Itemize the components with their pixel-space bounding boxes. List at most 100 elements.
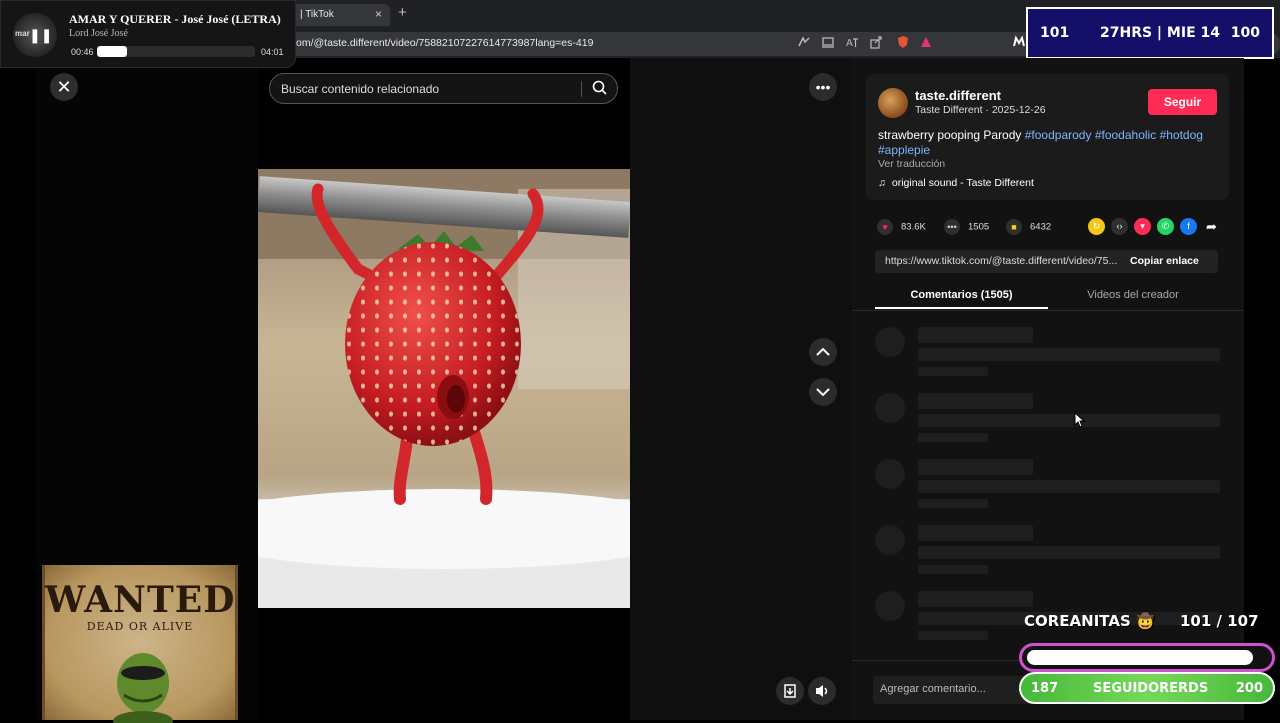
comment-skeleton-line xyxy=(918,393,1033,409)
save-stat[interactable]: ■ 6432 xyxy=(1006,219,1051,235)
chevron-up-icon xyxy=(816,347,830,356)
svg-text:A: A xyxy=(846,38,853,49)
copy-link-button[interactable]: Copiar enlace xyxy=(1130,255,1199,267)
goal-name-text: COREANITAS xyxy=(1024,612,1131,630)
sound-link[interactable]: ♫ original sound - Taste Different xyxy=(878,177,1034,189)
share-page-icon[interactable] xyxy=(869,35,883,49)
avatar[interactable] xyxy=(878,88,908,118)
comment-skeleton-line xyxy=(918,348,1220,361)
follower-max: 200 xyxy=(1235,681,1263,696)
comment-stat[interactable]: ••• 1505 xyxy=(944,219,989,235)
hashtag-link[interactable]: #applepie xyxy=(878,143,930,157)
cast-icon[interactable] xyxy=(821,35,835,49)
comment-skeleton-avatar xyxy=(875,459,905,489)
new-tab-button[interactable]: + xyxy=(398,4,407,21)
media-player-widget: mar ❚❚ AMAR Y QUERER - José José (LETRA)… xyxy=(0,0,296,68)
media-progress-fill xyxy=(97,46,128,57)
media-progress-bar[interactable] xyxy=(97,46,255,57)
like-count: 83.6K xyxy=(901,221,926,233)
goal-count: 101 / 107 xyxy=(1180,612,1259,630)
wanted-poster: WANTED DEAD OR ALIVE xyxy=(42,565,238,723)
follow-button[interactable]: Seguir xyxy=(1148,89,1217,115)
creator-nickname-date: Taste Different · 2025-12-26 xyxy=(915,104,1046,116)
related-search[interactable] xyxy=(269,73,618,104)
see-translation-link[interactable]: Ver traducción xyxy=(878,158,945,170)
pause-icon[interactable]: ❚❚ xyxy=(29,27,52,44)
counter-right: 100 xyxy=(1230,25,1260,41)
tab-close-icon[interactable]: × xyxy=(375,7,382,21)
comment-skeleton-line xyxy=(918,591,1033,607)
bookmark-icon: ■ xyxy=(1006,219,1022,235)
post-description: strawberry pooping Parody #foodparody #f… xyxy=(878,128,1220,158)
tracking-icon[interactable] xyxy=(797,35,811,49)
video-player[interactable] xyxy=(258,169,630,608)
comment-skeleton-line xyxy=(918,631,988,640)
follower-min: 187 xyxy=(1031,681,1059,696)
grinch-portrait xyxy=(113,653,173,723)
translate-icon[interactable]: A xyxy=(845,35,859,49)
comment-skeleton-avatar xyxy=(875,393,905,423)
send-icon[interactable]: ▾ xyxy=(1134,218,1151,235)
media-thumbnail-label: mar xyxy=(15,29,30,38)
mouse-cursor-icon xyxy=(1074,412,1086,428)
save-count: 6432 xyxy=(1030,221,1052,233)
comment-skeleton-line xyxy=(918,546,1220,559)
facebook-icon[interactable]: f xyxy=(1180,218,1197,235)
brave-shield-icon[interactable] xyxy=(896,35,910,49)
tab-comments[interactable]: Comentarios (1505) xyxy=(875,289,1048,301)
comment-skeleton-line xyxy=(918,499,988,508)
comment-skeleton-line xyxy=(918,433,988,442)
like-stat[interactable]: ♥ 83.6K xyxy=(877,219,926,235)
chevron-down-icon xyxy=(816,388,830,397)
tab-divider xyxy=(852,310,1244,311)
comment-skeleton-line xyxy=(918,565,988,574)
volume-button[interactable] xyxy=(808,677,836,705)
counter-left: 101 xyxy=(1040,25,1070,41)
counter-middle: 27HRS | MIE 14 xyxy=(1100,25,1220,41)
search-icon[interactable] xyxy=(591,79,609,97)
extension-icon[interactable] xyxy=(1012,35,1026,49)
stream-counter-overlay: 101 27HRS | MIE 14 100 xyxy=(1026,7,1274,59)
creator-username[interactable]: taste.different xyxy=(915,88,1001,103)
search-divider xyxy=(581,81,582,97)
media-artist: Lord José José xyxy=(69,28,128,39)
active-tab-indicator xyxy=(875,307,1048,309)
music-note-icon: ♫ xyxy=(878,177,886,189)
tab-title: | TikTok xyxy=(300,9,334,20)
url-text[interactable]: om/@taste.different/video/75882107227614… xyxy=(296,37,593,49)
media-current-time: 00:46 xyxy=(71,47,94,57)
hashtag-link[interactable]: #foodaholic xyxy=(1095,128,1156,142)
poster-subtitle: DEAD OR ALIVE xyxy=(86,620,194,633)
close-button[interactable]: ✕ xyxy=(50,73,78,101)
search-input[interactable] xyxy=(281,82,571,96)
cowboy-emoji-icon: 🤠 xyxy=(1136,612,1155,630)
video-link[interactable]: https://www.tiktok.com/@taste.different/… xyxy=(885,255,1125,267)
volume-icon xyxy=(816,685,828,697)
previous-video-button[interactable] xyxy=(809,338,837,366)
comment-skeleton-line xyxy=(918,367,988,376)
whatsapp-icon[interactable]: ✆ xyxy=(1157,218,1174,235)
goal-progress-fill xyxy=(1027,650,1253,665)
video-frame-image xyxy=(258,169,630,608)
repost-icon[interactable]: ↻ xyxy=(1088,218,1105,235)
goal-progress-bar xyxy=(1019,643,1275,672)
comment-skeleton-avatar xyxy=(875,591,905,621)
comment-skeleton-line xyxy=(918,480,1220,493)
comment-skeleton-avatar xyxy=(875,525,905,555)
download-button[interactable] xyxy=(776,677,804,705)
download-icon xyxy=(784,684,796,698)
more-options-button[interactable]: ••• xyxy=(809,73,837,101)
hashtag-link[interactable]: #foodparody xyxy=(1025,128,1092,142)
share-arrow-icon[interactable]: ➦ xyxy=(1203,218,1220,235)
embed-icon[interactable]: ‹› xyxy=(1111,218,1128,235)
hashtag-link[interactable]: #hotdog xyxy=(1160,128,1203,142)
sound-name: original sound - Taste Different xyxy=(891,177,1034,189)
brave-rewards-icon[interactable] xyxy=(919,35,933,49)
comment-count: 1505 xyxy=(968,221,990,233)
next-video-button[interactable] xyxy=(809,378,837,406)
browser-tab[interactable]: | TikTok × xyxy=(292,4,390,26)
media-duration: 04:01 xyxy=(261,47,284,57)
comment-skeleton-avatar xyxy=(875,327,905,357)
comment-input[interactable] xyxy=(880,683,1040,695)
tab-creator-videos[interactable]: Videos del creador xyxy=(1048,289,1218,301)
